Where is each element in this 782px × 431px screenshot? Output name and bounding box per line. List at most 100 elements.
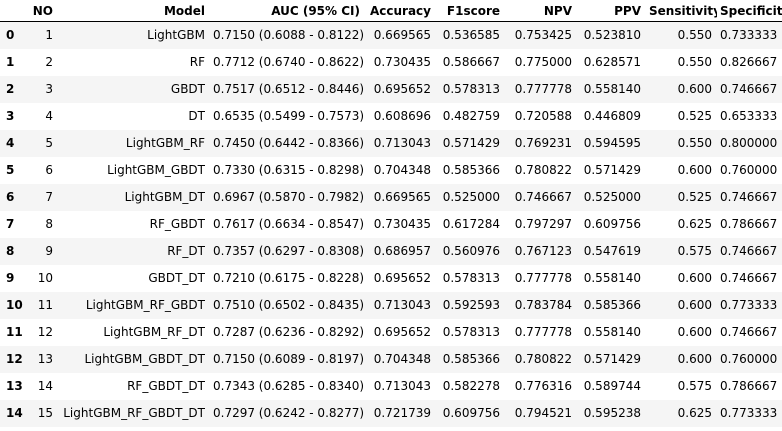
auc-cell: 0.7510 (0.6502 - 0.8435) <box>213 298 365 312</box>
table-row: 12 13 LightGBM_GBDT_DT 0.7150 (0.6089 - 0.8… <box>0 345 782 373</box>
sensitivity-cell: 0.575 <box>677 244 712 258</box>
specificity-cell: 0.773333 <box>720 298 778 312</box>
f1score-cell: 0.560976 <box>442 244 500 258</box>
accuracy-cell: 0.686957 <box>373 244 431 258</box>
f1score-cell: 0.585366 <box>442 352 500 366</box>
ppv-cell: 0.558140 <box>583 325 641 339</box>
row-index: 1 <box>6 55 15 69</box>
sensitivity-cell: 0.600 <box>677 352 712 366</box>
table-row: 8 9 RF_DT 0.7357 (0.6297 - 0.8308) 0.686957 0… <box>0 237 782 265</box>
f1score-cell: 0.617284 <box>442 217 500 231</box>
no-cell: 3 <box>45 82 53 96</box>
no-cell: 13 <box>37 352 53 366</box>
row-index: 11 <box>6 325 23 339</box>
npv-cell: 0.780822 <box>514 352 572 366</box>
f1score-cell: 0.586667 <box>442 55 500 69</box>
row-index: 5 <box>6 163 15 177</box>
npv-cell: 0.753425 <box>514 28 572 43</box>
no-cell: 7 <box>45 190 53 204</box>
auc-cell: 0.7287 (0.6236 - 0.8292) <box>213 325 365 339</box>
specificity-cell: 0.786667 <box>720 379 778 393</box>
f1score-cell: 0.592593 <box>442 298 500 312</box>
ppv-cell: 0.628571 <box>583 55 641 69</box>
npv-cell: 0.746667 <box>514 190 572 204</box>
npv-cell: 0.780822 <box>514 163 572 177</box>
row-index: 3 <box>6 109 15 123</box>
npv-cell: 0.777778 <box>514 82 572 96</box>
ppv-cell: 0.609756 <box>583 217 641 231</box>
model-cell: RF_GBDT_DT <box>127 379 205 393</box>
ppv-cell: 0.446809 <box>583 109 641 123</box>
column-header-auc: AUC (95% CI) <box>210 0 365 22</box>
auc-cell: 0.7517 (0.6512 - 0.8446) <box>213 82 365 96</box>
row-index: 0 <box>6 28 15 43</box>
f1score-cell: 0.585366 <box>442 163 500 177</box>
accuracy-cell: 0.695652 <box>373 325 431 339</box>
model-cell: LightGBM <box>147 28 205 43</box>
table-body: 0 1 LightGBM 0.7150 (0.6088 - 0.8122) 0.6695… <box>0 21 782 427</box>
no-cell: 10 <box>37 271 53 285</box>
table-row: 14 15 LightGBM_RF_GBDT_DT 0.7297 (0.6242 - … <box>0 399 782 427</box>
f1score-cell: 0.571429 <box>442 136 500 150</box>
column-header-no: NO <box>28 0 58 22</box>
ppv-cell: 0.547619 <box>583 244 641 258</box>
npv-cell: 0.775000 <box>514 55 572 69</box>
model-cell: LightGBM_GBDT_DT <box>84 352 205 366</box>
ppv-cell: 0.523810 <box>583 28 641 43</box>
specificity-cell: 0.786667 <box>720 217 778 231</box>
model-cell: LightGBM_GBDT <box>107 163 205 177</box>
auc-cell: 0.7150 (0.6089 - 0.8197) <box>213 352 365 366</box>
sensitivity-cell: 0.600 <box>677 271 712 285</box>
model-cell: LightGBM_RF_GBDT_DT <box>63 406 205 420</box>
accuracy-cell: 0.669565 <box>373 190 431 204</box>
auc-cell: 0.7343 (0.6285 - 0.8340) <box>213 379 365 393</box>
table-row: 13 14 RF_GBDT_DT 0.7343 (0.6285 - 0.8340) 0.… <box>0 372 782 400</box>
f1score-cell: 0.482759 <box>442 109 500 123</box>
column-header-accuracy: Accuracy <box>365 0 436 22</box>
specificity-cell: 0.760000 <box>720 163 778 177</box>
sensitivity-cell: 0.600 <box>677 82 712 96</box>
specificity-cell: 0.653333 <box>720 109 778 123</box>
specificity-cell: 0.760000 <box>720 352 778 366</box>
row-index: 2 <box>6 82 15 96</box>
row-index: 6 <box>6 190 15 204</box>
no-cell: 14 <box>37 379 53 393</box>
table-row: 6 7 LightGBM_DT 0.6967 (0.5870 - 0.7982) 0.6… <box>0 183 782 211</box>
row-index: 12 <box>6 352 23 366</box>
accuracy-cell: 0.695652 <box>373 82 431 96</box>
auc-cell: 0.7617 (0.6634 - 0.8547) <box>213 217 365 231</box>
column-header-model: Model <box>58 0 210 22</box>
sensitivity-cell: 0.525 <box>677 109 712 123</box>
column-header-specificity: Specificity <box>717 0 782 22</box>
no-cell: 5 <box>45 136 53 150</box>
f1score-cell: 0.536585 <box>442 28 500 43</box>
row-index: 10 <box>6 298 23 312</box>
results-dataframe: NO Model AUC (95% CI) Accuracy F1score N… <box>0 0 782 427</box>
no-cell: 15 <box>37 406 53 420</box>
f1score-cell: 0.609756 <box>442 406 500 420</box>
ppv-cell: 0.558140 <box>583 82 641 96</box>
row-index: 4 <box>6 136 15 150</box>
accuracy-cell: 0.713043 <box>373 379 431 393</box>
npv-cell: 0.776316 <box>514 379 572 393</box>
specificity-cell: 0.826667 <box>720 55 778 69</box>
sensitivity-cell: 0.600 <box>677 163 712 177</box>
table-row: 4 5 LightGBM_RF 0.7450 (0.6442 - 0.8366) 0.7… <box>0 129 782 157</box>
model-cell: GBDT_DT <box>148 271 205 285</box>
auc-cell: 0.6967 (0.5870 - 0.7982) <box>213 190 365 204</box>
model-cell: RF_GBDT <box>149 217 205 231</box>
auc-cell: 0.7297 (0.6242 - 0.8277) <box>213 406 365 420</box>
ppv-cell: 0.589744 <box>583 379 641 393</box>
accuracy-cell: 0.730435 <box>373 217 431 231</box>
header-row: NO Model AUC (95% CI) Accuracy F1score N… <box>0 0 782 22</box>
no-cell: 2 <box>45 55 53 69</box>
table-row: 10 11 LightGBM_RF_GBDT 0.7510 (0.6502 - 0.8… <box>0 291 782 319</box>
model-cell: RF <box>189 55 205 69</box>
table-row: 1 2 RF 0.7712 (0.6740 - 0.8622) 0.730435 0.58… <box>0 48 782 76</box>
model-cell: LightGBM_RF_DT <box>103 325 205 339</box>
specificity-cell: 0.800000 <box>720 136 778 150</box>
no-cell: 11 <box>37 298 53 312</box>
table-row: 3 4 DT 0.6535 (0.5499 - 0.7573) 0.608696 0.48… <box>0 102 782 130</box>
column-header-f1score: F1score <box>436 0 505 22</box>
accuracy-cell: 0.669565 <box>373 28 431 43</box>
